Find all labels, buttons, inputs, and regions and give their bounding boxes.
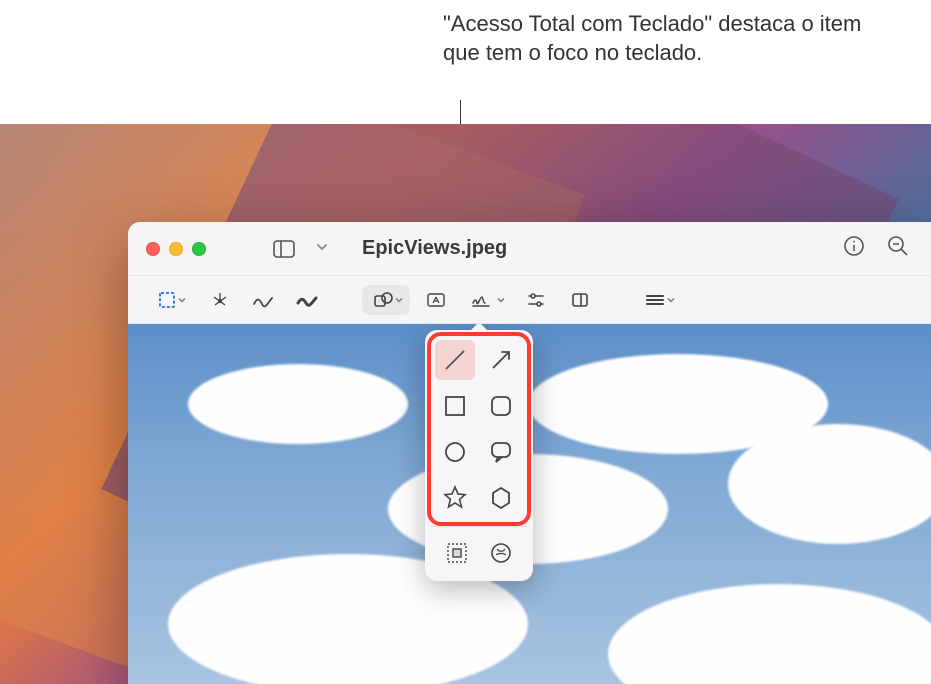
description-button[interactable] [634, 285, 682, 315]
shape-star[interactable] [435, 478, 475, 518]
minimize-button[interactable] [169, 242, 183, 256]
instant-alpha-button[interactable] [202, 285, 238, 315]
adjust-color-button[interactable] [518, 285, 554, 315]
image-canvas[interactable] [128, 324, 931, 684]
annotation-text: "Acesso Total com Teclado" destaca o ite… [443, 10, 883, 67]
maximize-button[interactable] [192, 242, 206, 256]
selection-tool-button[interactable] [146, 285, 194, 315]
draw-button[interactable] [290, 285, 326, 315]
info-icon[interactable] [843, 235, 865, 262]
shape-arrow[interactable] [481, 340, 521, 380]
shape-loupe[interactable] [481, 533, 521, 573]
chevron-down-icon[interactable] [316, 240, 328, 258]
shapes-button[interactable] [362, 285, 410, 315]
desktop-background: EpicViews.jpeg [0, 124, 931, 684]
text-button[interactable] [418, 285, 454, 315]
close-button[interactable] [146, 242, 160, 256]
sidebar-toggle-button[interactable] [266, 235, 302, 263]
window-title: EpicViews.jpeg [362, 237, 507, 260]
shape-mask[interactable] [437, 533, 477, 573]
sign-button[interactable] [462, 285, 510, 315]
shape-square[interactable] [435, 386, 475, 426]
shape-line[interactable] [435, 340, 475, 380]
shape-rounded-square[interactable] [481, 386, 521, 426]
sketch-button[interactable] [246, 285, 282, 315]
traffic-lights [146, 242, 206, 256]
shapes-popover [425, 330, 533, 581]
shape-hexagon[interactable] [481, 478, 521, 518]
window-titlebar: EpicViews.jpeg [128, 222, 931, 276]
shape-circle[interactable] [435, 432, 475, 472]
zoom-out-icon[interactable] [887, 235, 909, 262]
markup-toolbar [128, 276, 931, 324]
preview-window: EpicViews.jpeg [128, 222, 931, 684]
shape-speech-bubble[interactable] [481, 432, 521, 472]
crop-button[interactable] [562, 285, 598, 315]
